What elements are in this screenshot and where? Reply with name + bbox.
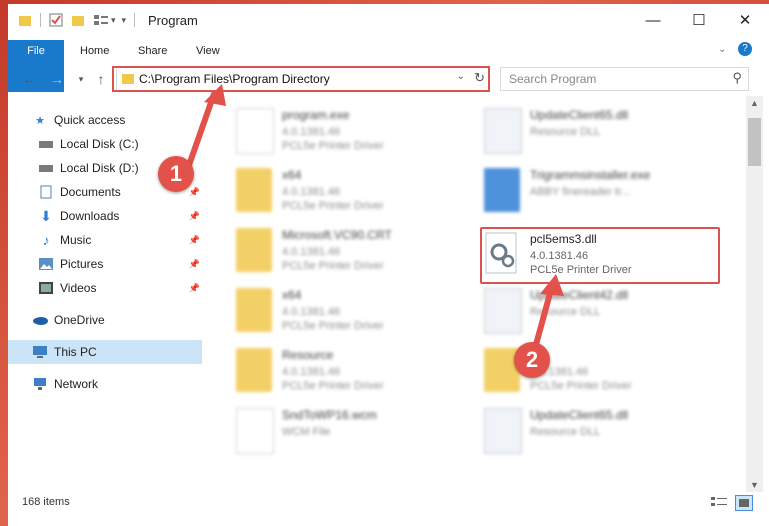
annotation-overlay xyxy=(185,84,564,355)
callout-step-1: 1 xyxy=(158,156,194,192)
callout-step-2: 2 xyxy=(514,342,550,378)
arrow-1-head xyxy=(204,84,226,106)
arrow-1 xyxy=(185,91,217,171)
arrow-2-head xyxy=(540,274,564,296)
